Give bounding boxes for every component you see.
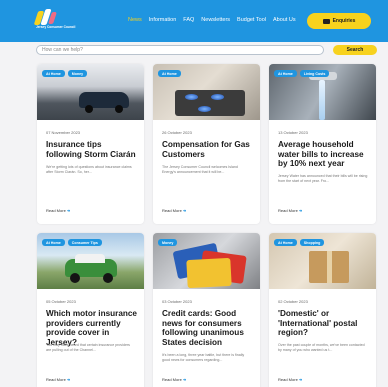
read-more-link[interactable]: Read More ➜ (162, 208, 186, 213)
arrow-right-icon: ➜ (66, 208, 71, 213)
enquiries-label: Enquiries (332, 18, 356, 24)
card-excerpt: The Jersey Consumer Council welcomes Isl… (162, 165, 238, 174)
arrow-right-icon: ➜ (66, 377, 71, 382)
nav-newsletters[interactable]: Newsletters (201, 17, 230, 23)
brand-logo-text: Jersey Consumer Council (36, 25, 76, 29)
tag-badge[interactable]: Shopping (299, 239, 325, 246)
read-more-label: Read More (46, 377, 66, 382)
read-more-link[interactable]: Read More ➜ (46, 377, 70, 382)
news-card[interactable]: At Home Living Costs 13 October 2023 Ave… (269, 64, 376, 224)
card-date: 26 October 2023 (162, 130, 192, 135)
card-title[interactable]: Which motor insurance providers currentl… (46, 309, 138, 347)
card-image: Money (153, 233, 260, 289)
tag-badge[interactable]: Money (158, 239, 178, 246)
tag-badge[interactable]: Money (67, 70, 88, 77)
news-card[interactable]: At Home Shopping 02 October 2023 'Domest… (269, 233, 376, 387)
card-title[interactable]: Compensation for Gas Customers (162, 140, 254, 159)
search-button[interactable]: Search (333, 45, 377, 55)
arrow-right-icon: ➜ (182, 208, 187, 213)
card-excerpt: Over the past couple of months, we've be… (278, 343, 365, 352)
read-more-link[interactable]: Read More ➜ (162, 377, 186, 382)
card-title[interactable]: Average household water bills to increas… (278, 140, 370, 169)
read-more-label: Read More (162, 208, 182, 213)
card-title[interactable]: 'Domestic' or 'International' postal reg… (278, 309, 370, 338)
card-image: At Home Living Costs (269, 64, 376, 120)
tag-badge[interactable]: Consumer Tips (67, 239, 102, 246)
read-more-label: Read More (162, 377, 182, 382)
card-image: At Home Shopping (269, 233, 376, 289)
read-more-link[interactable]: Read More ➜ (46, 208, 70, 213)
card-excerpt: We're getting lots of questions about in… (46, 165, 132, 174)
news-card[interactable]: At Home Consumer Tips 05 October 2023 Wh… (37, 233, 144, 387)
nav-about-us[interactable]: About Us (273, 17, 296, 23)
card-date: 07 November 2023 (46, 130, 81, 135)
card-excerpt: Jersey Water has announced that their bi… (278, 174, 368, 183)
read-more-link[interactable]: Read More ➜ (278, 377, 302, 382)
read-more-label: Read More (46, 208, 66, 213)
tag-badge[interactable]: Living Costs (299, 70, 330, 77)
main-nav: News Information FAQ Newsletters Budget … (128, 17, 296, 23)
read-more-link[interactable]: Read More ➜ (278, 208, 302, 213)
nav-budget-tool[interactable]: Budget Tool (237, 17, 266, 23)
tag-badge[interactable]: At Home (274, 70, 297, 77)
card-excerpt: It's been a long, three year battle, but… (162, 353, 245, 362)
read-more-label: Read More (278, 377, 298, 382)
card-image: At Home (153, 64, 260, 120)
envelope-icon (322, 18, 330, 24)
tag-badge[interactable]: At Home (42, 239, 65, 246)
tag-badge[interactable]: At Home (158, 70, 181, 77)
tag-badge[interactable]: At Home (42, 70, 65, 77)
card-title[interactable]: Credit cards: Good news for consumers fo… (162, 309, 254, 347)
news-card[interactable]: At Home 26 October 2023 Compensation for… (153, 64, 260, 224)
nav-news[interactable]: News (128, 17, 142, 23)
arrow-right-icon: ➜ (298, 377, 303, 382)
card-excerpt: You may have heard that certain insuranc… (46, 343, 130, 352)
arrow-right-icon: ➜ (182, 377, 187, 382)
arrow-right-icon: ➜ (298, 208, 303, 213)
site-header: Jersey Consumer Council News Information… (0, 0, 388, 42)
enquiries-button[interactable]: Enquiries (307, 13, 371, 29)
card-title[interactable]: Insurance tips following Storm Ciarán (46, 140, 138, 159)
card-date: 03 October 2023 (162, 299, 192, 304)
nav-faq[interactable]: FAQ (183, 17, 194, 23)
brand-logo[interactable]: Jersey Consumer Council (33, 8, 76, 34)
card-date: 02 October 2023 (278, 299, 308, 304)
card-date: 13 October 2023 (278, 130, 308, 135)
news-card[interactable]: At Home Money 07 November 2023 Insurance… (37, 64, 144, 224)
read-more-label: Read More (278, 208, 298, 213)
nav-information[interactable]: Information (149, 17, 177, 23)
card-image: At Home Money (37, 64, 144, 120)
search-input[interactable] (36, 45, 324, 55)
news-card[interactable]: Money 03 October 2023 Credit cards: Good… (153, 233, 260, 387)
card-image: At Home Consumer Tips (37, 233, 144, 289)
card-date: 05 October 2023 (46, 299, 76, 304)
tag-badge[interactable]: At Home (274, 239, 297, 246)
